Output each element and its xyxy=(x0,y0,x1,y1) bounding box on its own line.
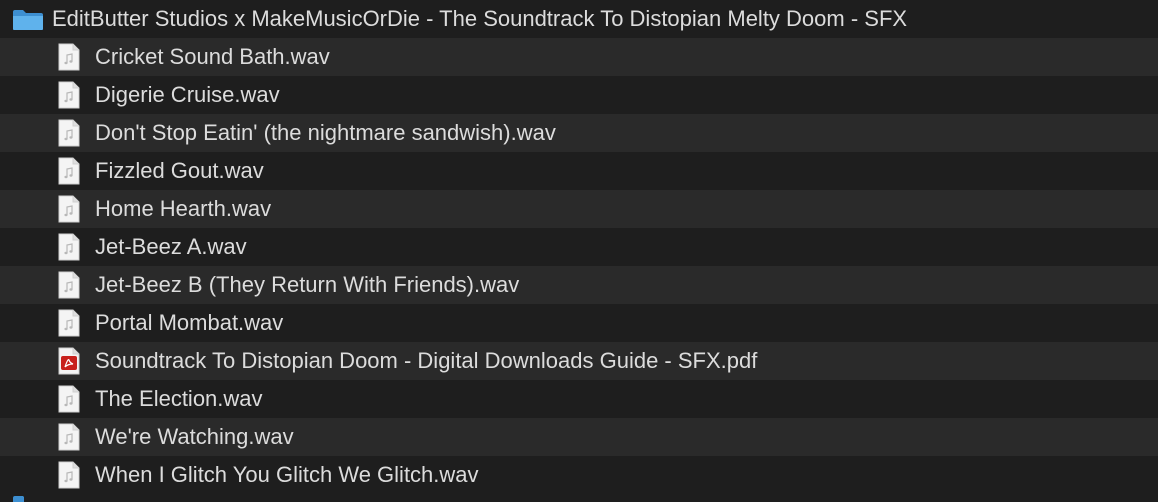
audio-file-icon xyxy=(58,423,80,451)
folder-icon xyxy=(13,10,43,30)
audio-file-icon xyxy=(58,233,80,261)
file-name: Portal Mombat.wav xyxy=(95,310,284,335)
audio-file-icon xyxy=(58,119,80,147)
file-name: When I Glitch You Glitch We Glitch.wav xyxy=(95,462,479,487)
file-name: Don't Stop Eatin' (the nightmare sandwis… xyxy=(95,120,556,145)
partial-folder-icon xyxy=(13,496,24,502)
audio-file-icon xyxy=(58,81,80,109)
file-name: Home Hearth.wav xyxy=(95,196,272,221)
pdf-file-icon xyxy=(58,347,80,375)
file-row[interactable]: When I Glitch You Glitch We Glitch.wav xyxy=(0,456,1158,494)
file-name: Digerie Cruise.wav xyxy=(95,82,280,107)
file-name: Jet-Beez A.wav xyxy=(95,234,247,259)
audio-file-icon xyxy=(58,43,80,71)
file-row[interactable]: Jet-Beez A.wav xyxy=(0,228,1158,266)
audio-file-icon xyxy=(58,195,80,223)
file-name: Cricket Sound Bath.wav xyxy=(95,44,330,69)
file-row[interactable]: Portal Mombat.wav xyxy=(0,304,1158,342)
file-row[interactable]: Jet-Beez B (They Return With Friends).wa… xyxy=(0,266,1158,304)
file-name: We're Watching.wav xyxy=(95,424,294,449)
file-name: Fizzled Gout.wav xyxy=(95,158,264,183)
audio-file-icon xyxy=(58,461,80,489)
file-row[interactable]: We're Watching.wav xyxy=(0,418,1158,456)
folder-name: EditButter Studios x MakeMusicOrDie - Th… xyxy=(52,6,908,31)
file-row[interactable]: Soundtrack To Distopian Doom - Digital D… xyxy=(0,342,1158,380)
audio-file-icon xyxy=(58,271,80,299)
file-row[interactable]: Don't Stop Eatin' (the nightmare sandwis… xyxy=(0,114,1158,152)
file-row[interactable]: Home Hearth.wav xyxy=(0,190,1158,228)
folder-row[interactable]: EditButter Studios x MakeMusicOrDie - Th… xyxy=(0,0,1158,38)
file-row[interactable]: Fizzled Gout.wav xyxy=(0,152,1158,190)
file-name: Soundtrack To Distopian Doom - Digital D… xyxy=(95,348,758,373)
file-row[interactable]: Digerie Cruise.wav xyxy=(0,76,1158,114)
file-name: The Election.wav xyxy=(95,386,263,411)
audio-file-icon xyxy=(58,309,80,337)
audio-file-icon xyxy=(58,385,80,413)
file-row[interactable]: The Election.wav xyxy=(0,380,1158,418)
audio-file-icon xyxy=(58,157,80,185)
file-name: Jet-Beez B (They Return With Friends).wa… xyxy=(95,272,520,297)
file-list: EditButter Studios x MakeMusicOrDie - Th… xyxy=(0,0,1158,502)
file-row[interactable]: Cricket Sound Bath.wav xyxy=(0,38,1158,76)
